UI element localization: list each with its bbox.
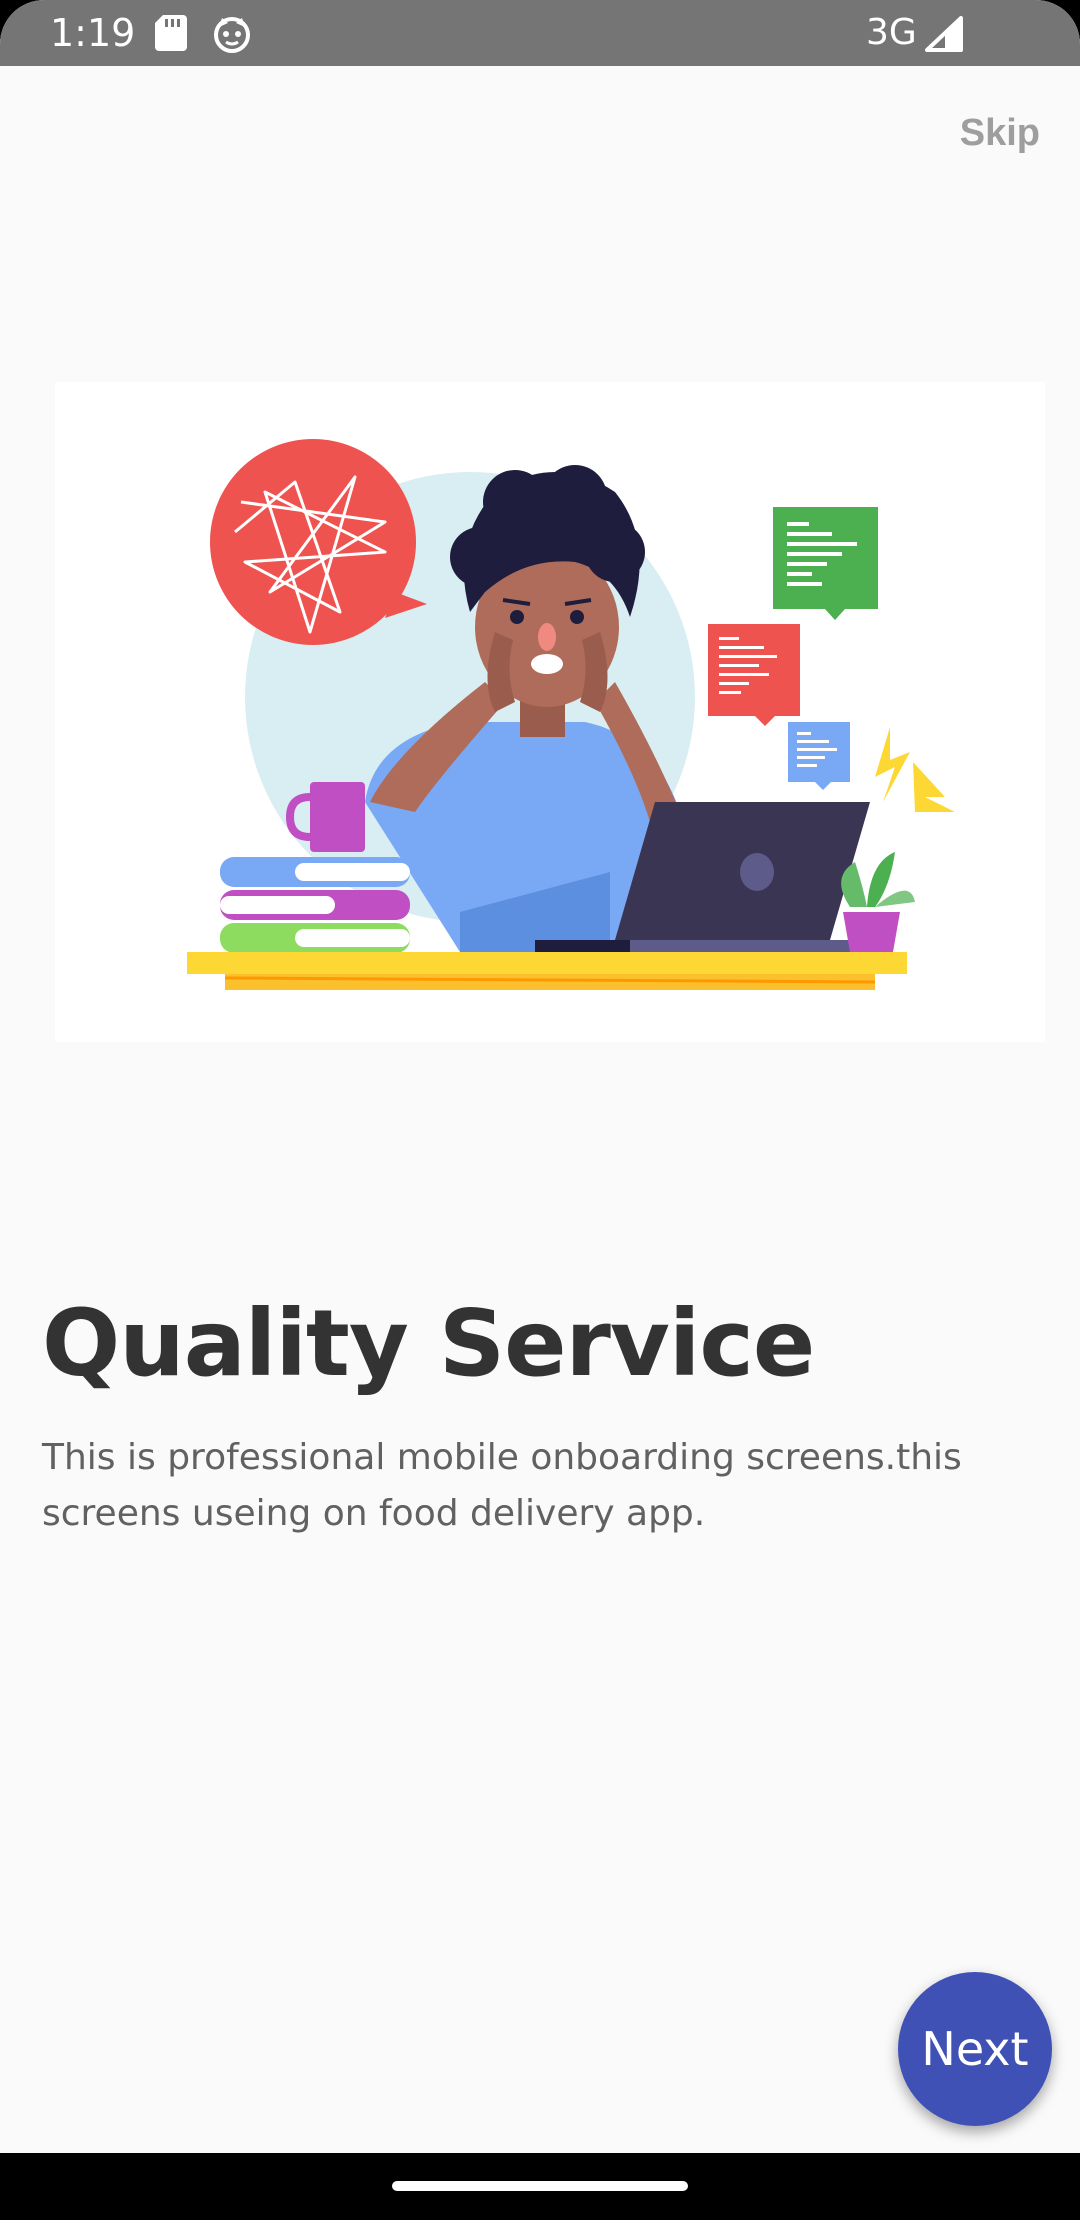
network-type: 3G [866,12,917,53]
plant-pot [841,852,915,952]
sd-card-icon [155,15,187,51]
navigation-bar [0,2153,1080,2220]
home-gesture-handle[interactable] [392,2181,688,2191]
scribble-speech-bubble [210,439,427,645]
lightning-icon [875,727,955,812]
signal-icon [925,16,963,52]
onboarding-screen: 1:19 3G Skip Quality Service This is pro… [0,0,1080,2220]
status-bar: 1:19 3G [0,0,1080,66]
desk [187,952,907,990]
book-stack [220,857,410,953]
blue-message-card [788,722,850,790]
onboarding-illustration [55,382,1045,1042]
green-message-card [773,507,878,620]
skip-button[interactable]: Skip [960,112,1040,155]
status-time: 1:19 [50,11,136,55]
cat-notification-icon [214,17,250,53]
red-message-card [708,624,800,726]
page-description: This is professional mobile onboarding s… [42,1437,962,1534]
stressed-person-illustration [187,439,955,990]
page-title: Quality Service [42,1290,815,1397]
next-button[interactable]: Next [898,1972,1052,2126]
